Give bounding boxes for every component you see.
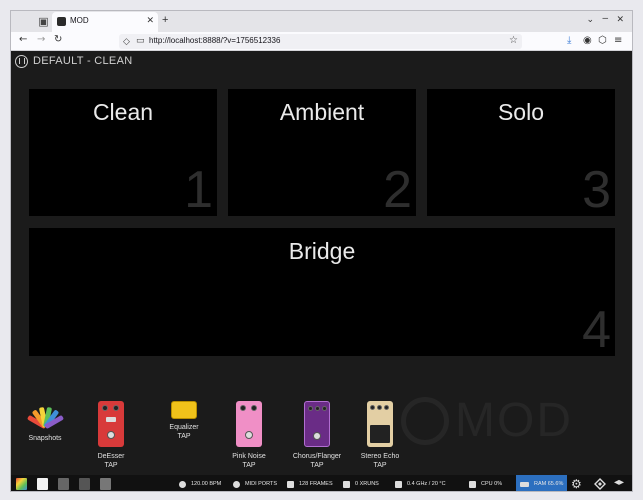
- status-bar: 120.00 BPM MIDI PORTS 128 FRAMES 0 XRUNS…: [11, 475, 632, 491]
- snapshots-fan-icon: [26, 403, 65, 430]
- scene-name: Ambient: [279, 99, 365, 125]
- deesser-pedal-icon: [98, 401, 124, 447]
- snapshots-button[interactable]: Snapshots: [25, 403, 65, 443]
- ram-icon: [520, 481, 529, 487]
- save-tool-icon[interactable]: [100, 478, 111, 490]
- scene-name: Bridge: [288, 238, 356, 264]
- scene-name: Solo: [497, 99, 545, 125]
- frames-value: 128 FRAMES: [299, 481, 333, 487]
- tab-title: MOD: [70, 16, 89, 25]
- shield-icon[interactable]: ◇: [123, 36, 130, 47]
- equalizer-pedal-icon: [171, 401, 197, 419]
- scene-button-1[interactable]: Clean 1: [29, 89, 217, 219]
- midi-ports[interactable]: MIDI PORTS: [233, 475, 277, 491]
- file-manager-icon[interactable]: [58, 478, 69, 490]
- new-tab-button[interactable]: +: [162, 14, 168, 26]
- account-icon[interactable]: ◉: [583, 35, 592, 46]
- scene-button-3[interactable]: Solo 3: [427, 89, 615, 219]
- scene-number: 4: [582, 301, 611, 359]
- chorus-pedal-icon: [304, 401, 330, 447]
- mod-favicon-icon: [57, 17, 66, 26]
- pedal-name: Stereo Echo: [360, 453, 400, 460]
- scene-number: 1: [184, 161, 213, 219]
- navigation-bar: ← → ↻ ◇ ▭ http://localhost:8888/?v=17565…: [11, 32, 632, 51]
- scene-number: 2: [383, 161, 412, 219]
- watermark-circle-icon: [401, 397, 449, 445]
- pedal-name: Equalizer: [169, 424, 199, 431]
- cloud-sync-icon[interactable]: [593, 478, 607, 490]
- back-icon[interactable]: ←: [19, 34, 27, 45]
- url-bar[interactable]: ◇ ▭ http://localhost:8888/?v=1756512336 …: [119, 34, 522, 49]
- bookmark-star-icon[interactable]: ☆: [509, 35, 518, 46]
- ram-usage: RAM 65.6%: [516, 475, 568, 491]
- watermark-text: MOD: [455, 394, 573, 447]
- bpm-value: 120.00 BPM: [191, 481, 222, 487]
- midi-icon: [233, 480, 240, 488]
- buffer-frames[interactable]: 128 FRAMES: [287, 475, 333, 491]
- pedal-name: Chorus/Flanger: [292, 453, 342, 460]
- scene-button-4[interactable]: Bridge 4: [29, 228, 615, 359]
- bpm-display[interactable]: 120.00 BPM: [179, 475, 222, 491]
- pedal-pink-noise[interactable]: Pink Noise TAP: [229, 401, 269, 470]
- ram-value: RAM 65.6%: [534, 481, 564, 487]
- chip-icon: [395, 480, 402, 488]
- forward-icon[interactable]: →: [37, 34, 45, 45]
- xruns-display[interactable]: 0 XRUNS: [343, 475, 379, 491]
- pedal-name: Pink Noise: [232, 453, 266, 460]
- menu-icon[interactable]: ≡: [614, 35, 622, 46]
- pedalboard-title: DEFAULT - CLEAN: [33, 55, 133, 67]
- snapshots-label: Snapshots: [28, 435, 62, 442]
- mod-watermark-logo: MOD: [401, 394, 626, 447]
- xruns-value: 0 XRUNS: [355, 481, 379, 487]
- echo-pedal-icon: [367, 401, 393, 447]
- pedal-brand: TAP: [177, 433, 191, 440]
- pedal-stereo-echo[interactable]: Stereo Echo TAP: [359, 401, 401, 470]
- pedal-chorus-flanger[interactable]: Chorus/Flanger TAP: [291, 401, 343, 470]
- browser-window: ▣ MOD ✕ + ⌄ – ✕ ← → ↻ ◇ ▭ http://localho…: [10, 10, 633, 492]
- pedal-equalizer[interactable]: Equalizer TAP: [167, 401, 201, 441]
- cpu-icon: [469, 480, 476, 488]
- xruns-icon: [343, 480, 350, 488]
- transport-arrows-icon[interactable]: ◂▸: [614, 477, 624, 488]
- mod-logo-icon: [15, 55, 28, 68]
- chevron-down-icon[interactable]: ⌄: [586, 14, 594, 25]
- download-icon[interactable]: ⤓: [567, 35, 571, 46]
- extensions-icon[interactable]: ⬡: [598, 35, 607, 46]
- browser-tab[interactable]: MOD ✕: [52, 12, 158, 32]
- pedal-brand: TAP: [242, 462, 256, 469]
- gear-icon[interactable]: ⚙: [571, 477, 582, 491]
- tab-bar: ▣ MOD ✕ + ⌄ – ✕: [11, 11, 632, 32]
- pinknoise-pedal-icon: [236, 401, 262, 447]
- pedal-brand: TAP: [310, 462, 324, 469]
- window-close-icon[interactable]: ✕: [616, 14, 624, 25]
- clock-value: 0.4 GHz / 20 °C: [407, 481, 446, 487]
- pedal-deesser[interactable]: DeEsser TAP: [95, 401, 127, 470]
- cpu-usage: CPU 0%: [469, 475, 503, 491]
- pedal-brand: TAP: [104, 462, 118, 469]
- pedal-brand: TAP: [373, 462, 387, 469]
- pedal-name: DeEsser: [97, 453, 125, 460]
- firefox-view-icon[interactable]: ▣: [36, 14, 51, 29]
- pedal-tray: MOD Snapshots DeEsser TAP Equalizer TAP …: [11, 381, 632, 475]
- cpu-clock-temp: 0.4 GHz / 20 °C: [395, 475, 446, 491]
- frames-icon: [287, 480, 294, 488]
- banks-tool-icon[interactable]: [37, 478, 48, 490]
- page-info-icon[interactable]: ▭: [136, 35, 145, 46]
- bpm-icon: [179, 480, 186, 488]
- url-text[interactable]: http://localhost:8888/?v=1756512336: [149, 36, 280, 45]
- midi-label: MIDI PORTS: [245, 481, 277, 487]
- reload-icon[interactable]: ↻: [54, 34, 62, 45]
- scene-number: 3: [582, 161, 611, 219]
- pedals-tool-icon[interactable]: [16, 478, 27, 490]
- mod-app: DEFAULT - CLEAN Clean 1 Ambient 2 Solo 3…: [11, 51, 632, 491]
- minimize-icon[interactable]: –: [602, 13, 608, 24]
- cloud-store-icon[interactable]: [79, 478, 90, 490]
- scene-button-2[interactable]: Ambient 2: [228, 89, 416, 219]
- tab-close-icon[interactable]: ✕: [146, 15, 154, 26]
- scene-name: Clean: [92, 99, 154, 125]
- cpu-value: CPU 0%: [481, 481, 503, 487]
